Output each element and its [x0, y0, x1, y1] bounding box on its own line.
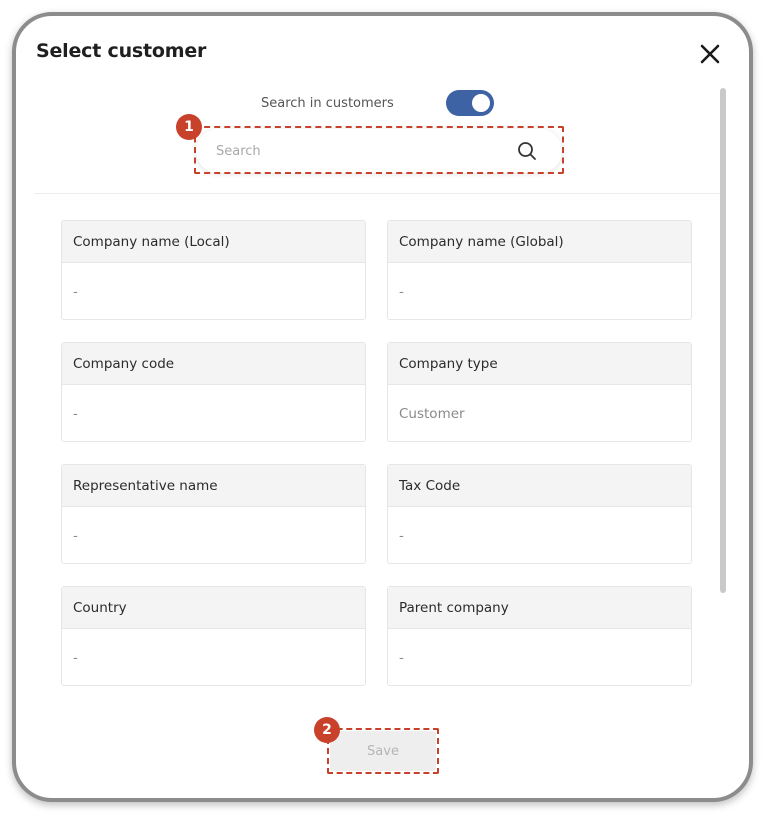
- search-input[interactable]: [216, 129, 496, 173]
- field-label: Country: [62, 587, 365, 629]
- field-value: -: [73, 527, 78, 544]
- field-label: Company type: [388, 343, 691, 385]
- field-company-type: Company type Customer: [387, 342, 692, 442]
- field-company-name-local: Company name (Local) -: [61, 220, 366, 320]
- field-value: -: [73, 649, 78, 666]
- customer-details-panel: Company name (Local) - Company name (Glo…: [34, 194, 720, 704]
- field-value: -: [399, 649, 404, 666]
- field-value: -: [73, 283, 78, 300]
- field-value: Customer: [399, 405, 465, 422]
- field-value: -: [73, 405, 78, 422]
- search-toggle-label: Search in customers: [261, 96, 394, 111]
- field-company-name-global: Company name (Global) -: [387, 220, 692, 320]
- field-company-code: Company code -: [61, 342, 366, 442]
- scrollbar-thumb[interactable]: [720, 88, 726, 593]
- field-label: Representative name: [62, 465, 365, 507]
- search-icon[interactable]: [516, 140, 538, 162]
- callout-badge-1: 1: [176, 114, 202, 140]
- dialog-title: Select customer: [36, 40, 207, 62]
- field-label: Parent company: [388, 587, 691, 629]
- toggle-knob: [472, 94, 490, 112]
- callout-badge-2: 2: [314, 717, 340, 743]
- field-parent-company: Parent company -: [387, 586, 692, 686]
- field-label: Company code: [62, 343, 365, 385]
- field-country: Country -: [61, 586, 366, 686]
- search-toggle-row: Search in customers: [16, 90, 749, 118]
- field-value: -: [399, 283, 404, 300]
- close-icon[interactable]: [698, 42, 722, 66]
- field-label: Company name (Global): [388, 221, 691, 263]
- field-tax-code: Tax Code -: [387, 464, 692, 564]
- search-in-customers-toggle[interactable]: [446, 90, 494, 116]
- field-value: -: [399, 527, 404, 544]
- field-label: Tax Code: [388, 465, 691, 507]
- scrollbar[interactable]: [720, 88, 726, 593]
- save-button[interactable]: Save: [330, 731, 436, 771]
- search-box: [196, 129, 562, 173]
- field-label: Company name (Local): [62, 221, 365, 263]
- field-representative-name: Representative name -: [61, 464, 366, 564]
- dialog-frame: Select customer Search in customers 1 Co…: [12, 12, 753, 802]
